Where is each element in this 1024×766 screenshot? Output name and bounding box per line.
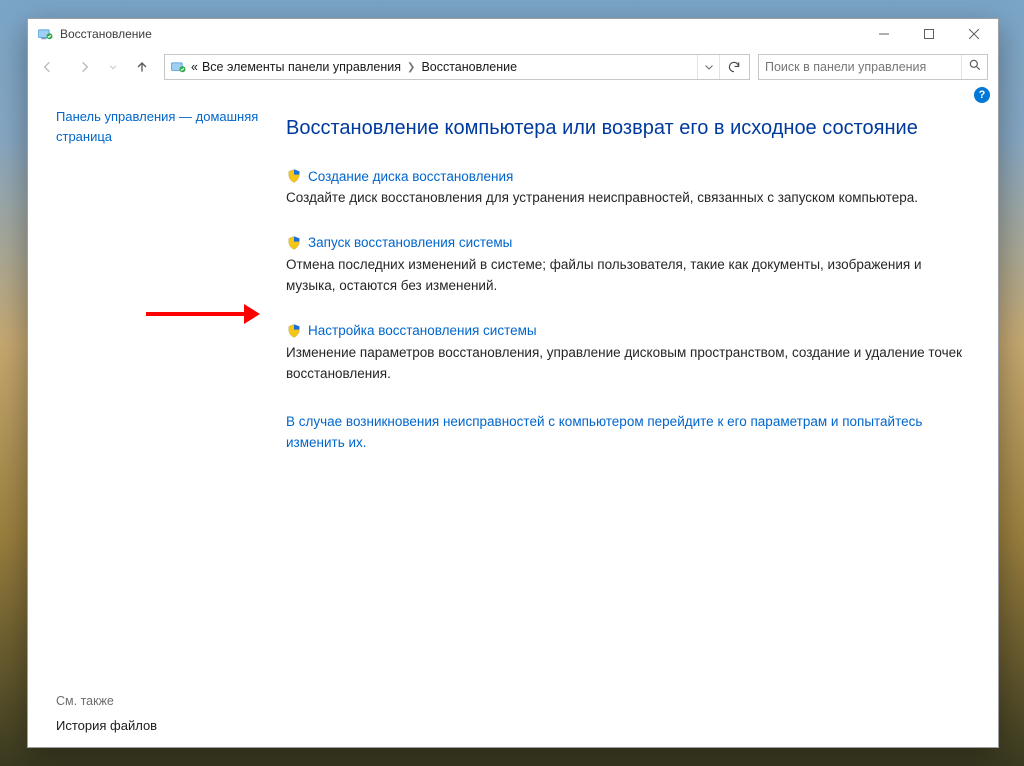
- configure-system-restore-desc: Изменение параметров восстановления, упр…: [286, 343, 966, 385]
- open-system-restore-desc: Отмена последних изменений в системе; фа…: [286, 255, 966, 297]
- see-also-heading: См. также: [56, 694, 274, 708]
- open-system-restore-link[interactable]: Запуск восстановления системы: [308, 235, 512, 250]
- nav-recent-dropdown[interactable]: [106, 53, 120, 81]
- minimize-button[interactable]: [861, 20, 906, 48]
- window-titlebar: Восстановление: [28, 19, 998, 49]
- explorer-nav-row: « Все элементы панели управления ❯ Восст…: [28, 49, 998, 85]
- search-icon: [968, 58, 982, 77]
- refresh-button[interactable]: [719, 55, 747, 79]
- pc-settings-troubleshoot-link[interactable]: В случае возникновения неисправностей с …: [286, 411, 926, 454]
- help-icon[interactable]: ?: [974, 87, 990, 103]
- uac-shield-icon: [286, 235, 302, 251]
- breadcrumb-current[interactable]: Восстановление: [421, 60, 517, 74]
- main-panel: ? Восстановление компьютера или возврат …: [286, 85, 998, 747]
- breadcrumb-parent[interactable]: Все элементы панели управления: [202, 60, 401, 74]
- create-recovery-drive-link[interactable]: Создание диска восстановления: [308, 169, 513, 184]
- breadcrumb-prefix: «: [191, 60, 198, 74]
- uac-shield-icon: [286, 323, 302, 339]
- address-bar[interactable]: « Все элементы панели управления ❯ Восст…: [164, 54, 750, 80]
- nav-up-button[interactable]: [128, 53, 156, 81]
- option-system-restore: Запуск восстановления системы Отмена пос…: [286, 235, 974, 297]
- search-box[interactable]: [758, 54, 988, 80]
- nav-back-button[interactable]: [34, 53, 62, 81]
- close-button[interactable]: [951, 20, 996, 48]
- breadcrumb-path: « Все элементы панели управления ❯ Восст…: [191, 60, 697, 74]
- page-heading: Восстановление компьютера или возврат ег…: [286, 117, 974, 140]
- file-history-link[interactable]: История файлов: [56, 718, 274, 733]
- option-create-recovery-drive: Создание диска восстановления Создайте д…: [286, 168, 974, 209]
- create-recovery-drive-desc: Создайте диск восстановления для устране…: [286, 188, 966, 209]
- chevron-right-icon: ❯: [401, 62, 421, 73]
- option-configure-restore: Настройка восстановления системы Изменен…: [286, 323, 974, 385]
- window-title: Восстановление: [60, 27, 861, 41]
- sidebar: Панель управления — домашняя страница См…: [28, 85, 286, 747]
- control-panel-icon: [36, 25, 54, 43]
- configure-system-restore-link[interactable]: Настройка восстановления системы: [308, 323, 537, 338]
- content-area: Панель управления — домашняя страница См…: [28, 85, 998, 747]
- address-dropdown-button[interactable]: [697, 55, 719, 79]
- control-panel-home-link[interactable]: Панель управления — домашняя страница: [56, 107, 274, 147]
- search-button[interactable]: [961, 55, 987, 79]
- recovery-window: Восстановление « Все элементы панели упр…: [27, 18, 999, 748]
- uac-shield-icon: [286, 168, 302, 184]
- nav-forward-button[interactable]: [70, 53, 98, 81]
- search-input[interactable]: [759, 60, 961, 74]
- maximize-button[interactable]: [906, 20, 951, 48]
- control-panel-breadcrumb-icon: [169, 58, 187, 76]
